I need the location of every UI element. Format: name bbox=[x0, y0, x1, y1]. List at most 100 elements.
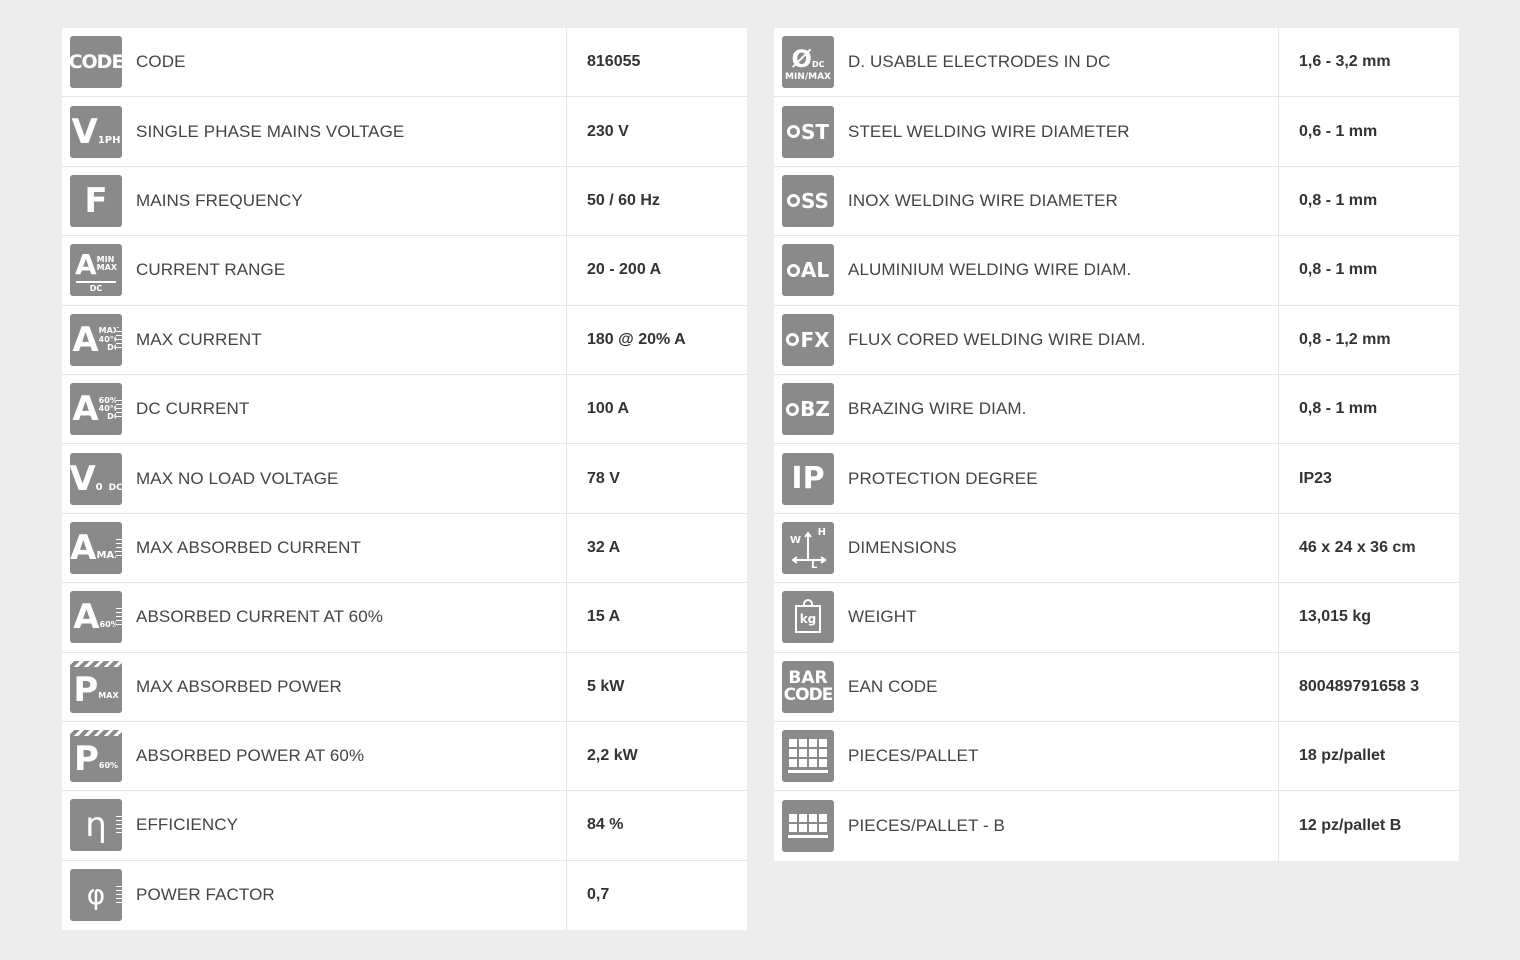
spec-value: 15 A bbox=[587, 608, 621, 626]
wire-spool-icon bbox=[786, 263, 800, 277]
spec-value: 0,7 bbox=[587, 886, 610, 904]
spec-value: 230 V bbox=[587, 122, 629, 140]
spec-label: CURRENT RANGE bbox=[130, 236, 567, 305]
spec-row-pieces-pallet: PIECES/PALLET 18 pz/pallet bbox=[774, 721, 1459, 792]
spec-label: D. USABLE ELECTRODES IN DC bbox=[842, 28, 1279, 97]
spec-label: ABSORBED POWER AT 60% bbox=[130, 721, 567, 791]
pallet-b-icon bbox=[782, 799, 834, 852]
spec-label: EFFICIENCY bbox=[130, 791, 567, 860]
spec-row-max-absorbed-current: A MAX MAX ABSORBED CURRENT 32 A bbox=[62, 513, 747, 584]
spec-label: FLUX CORED WELDING WIRE DIAM. bbox=[842, 305, 1279, 374]
spec-label: PIECES/PALLET bbox=[842, 721, 1279, 791]
spec-value: 1,6 - 3,2 mm bbox=[1299, 53, 1391, 71]
absorbed-power-60-icon: P 60% bbox=[70, 730, 122, 783]
max-absorbed-power-icon: P MAX bbox=[70, 660, 122, 713]
max-current-icon: A MAX 40°C DC bbox=[70, 313, 122, 366]
spec-value: 800489791658 3 bbox=[1299, 677, 1420, 695]
spec-label: BRAZING WIRE DIAM. bbox=[842, 374, 1279, 444]
max-absorbed-current-icon: A MAX bbox=[70, 521, 122, 574]
spec-value: 816055 bbox=[587, 53, 641, 71]
spec-value: 78 V bbox=[587, 469, 620, 487]
spec-label: MAX CURRENT bbox=[130, 305, 567, 374]
electrode-diameter-icon: Ø DC MIN/MAX bbox=[782, 36, 834, 89]
spec-row-inox-wire: SS INOX WELDING WIRE DIAMETER 0,8 - 1 mm bbox=[774, 166, 1459, 237]
current-range-icon: A MIN MAX DC bbox=[70, 244, 122, 297]
spec-row-power-factor: φ POWER FACTOR 0,7 bbox=[62, 860, 747, 931]
spec-row-brazing-wire: BZ BRAZING WIRE DIAM. 0,8 - 1 mm bbox=[774, 374, 1459, 445]
spec-value: 12 pz/pallet B bbox=[1299, 816, 1402, 834]
spec-value: 18 pz/pallet bbox=[1299, 747, 1386, 765]
spec-value: 0,6 - 1 mm bbox=[1299, 122, 1378, 140]
steel-wire-icon: ST bbox=[782, 105, 834, 158]
spec-value: 180 @ 20% A bbox=[587, 330, 686, 348]
spec-row-single-phase-voltage: V 1PH SINGLE PHASE MAINS VOLTAGE 230 V bbox=[62, 97, 747, 167]
spec-label: MAX ABSORBED POWER bbox=[130, 652, 567, 721]
spec-row-aluminium-wire: AL ALUMINIUM WELDING WIRE DIAM. 0,8 - 1 … bbox=[774, 236, 1459, 306]
spec-row-weight: kg WEIGHT 13,015 kg bbox=[774, 583, 1459, 653]
spec-label: MAX ABSORBED CURRENT bbox=[130, 513, 567, 583]
spec-row-electrode-diameter: Ø DC MIN/MAX D. USABLE ELECTRODES IN DC … bbox=[774, 28, 1459, 98]
spec-row-mains-frequency: F MAINS FREQUENCY 50 / 60 Hz bbox=[62, 166, 747, 237]
spec-value: 13,015 kg bbox=[1299, 608, 1372, 626]
spec-row-max-current: A MAX 40°C DC MAX CURRENT 180 @ 20% A bbox=[62, 305, 747, 375]
spec-label: PIECES/PALLET - B bbox=[842, 791, 1279, 861]
spec-value: 32 A bbox=[587, 538, 621, 556]
spec-label: WEIGHT bbox=[842, 583, 1279, 652]
spec-label: PROTECTION DEGREE bbox=[842, 444, 1279, 513]
spec-row-ean-code: BAR CODE EAN CODE 800489791658 3 bbox=[774, 652, 1459, 722]
spec-label: STEEL WELDING WIRE DIAMETER bbox=[842, 97, 1279, 166]
spec-row-max-absorbed-power: P MAX MAX ABSORBED POWER 5 kW bbox=[62, 652, 747, 722]
spec-row-efficiency: η EFFICIENCY 84 % bbox=[62, 791, 747, 861]
spec-value: 0,8 - 1 mm bbox=[1299, 400, 1378, 418]
spec-label: DIMENSIONS bbox=[842, 513, 1279, 583]
spec-label: ABSORBED CURRENT AT 60% bbox=[130, 583, 567, 652]
spec-value: 0,8 - 1 mm bbox=[1299, 261, 1378, 279]
spec-label: MAINS FREQUENCY bbox=[130, 166, 567, 236]
aluminium-wire-icon: AL bbox=[782, 244, 834, 297]
spec-label: INOX WELDING WIRE DIAMETER bbox=[842, 166, 1279, 236]
dimensions-icon: W H L bbox=[782, 521, 834, 574]
spec-value: 20 - 200 A bbox=[587, 261, 662, 279]
code-icon: CODE bbox=[70, 36, 122, 89]
spec-label: CODE bbox=[130, 28, 567, 97]
brazing-wire-icon: BZ bbox=[782, 383, 834, 436]
spec-row-flux-wire: FX FLUX CORED WELDING WIRE DIAM. 0,8 - 1… bbox=[774, 305, 1459, 375]
spec-value: 0,8 - 1,2 mm bbox=[1299, 330, 1391, 348]
spec-value: IP23 bbox=[1299, 469, 1332, 487]
spec-row-pieces-pallet-b: PIECES/PALLET - B 12 pz/pallet B bbox=[774, 791, 1459, 861]
spec-row-protection-degree: IP PROTECTION DEGREE IP23 bbox=[774, 444, 1459, 514]
spec-label: ALUMINIUM WELDING WIRE DIAM. bbox=[842, 236, 1279, 305]
spec-row-no-load-voltage: V 0 DC MAX NO LOAD VOLTAGE 78 V bbox=[62, 444, 747, 514]
spec-label: POWER FACTOR bbox=[130, 860, 567, 931]
spec-table-right: Ø DC MIN/MAX D. USABLE ELECTRODES IN DC … bbox=[774, 28, 1459, 861]
barcode-icon: BAR CODE bbox=[782, 660, 834, 713]
spec-label: SINGLE PHASE MAINS VOLTAGE bbox=[130, 97, 567, 166]
spec-label: MAX NO LOAD VOLTAGE bbox=[130, 444, 567, 513]
spec-row-dimensions: W H L DIMENSIONS 46 x 24 x 36 cm bbox=[774, 513, 1459, 584]
spec-value: 50 / 60 Hz bbox=[587, 191, 660, 209]
spec-value: 2,2 kW bbox=[587, 747, 638, 765]
spec-row-current-range: A MIN MAX DC CURRENT RANGE 20 - 200 A bbox=[62, 236, 747, 306]
absorbed-current-60-icon: A 60% bbox=[70, 591, 122, 644]
spec-value: 100 A bbox=[587, 400, 630, 418]
spec-value: 0,8 - 1 mm bbox=[1299, 191, 1378, 209]
protection-icon: IP bbox=[782, 452, 834, 505]
spec-row-steel-wire: ST STEEL WELDING WIRE DIAMETER 0,6 - 1 m… bbox=[774, 97, 1459, 167]
spec-value: 46 x 24 x 36 cm bbox=[1299, 538, 1416, 556]
spec-row-absorbed-current-60: A 60% ABSORBED CURRENT AT 60% 15 A bbox=[62, 583, 747, 653]
voltage-1ph-icon: V 1PH bbox=[70, 105, 122, 158]
spec-value: 84 % bbox=[587, 816, 624, 834]
wire-spool-icon bbox=[786, 125, 800, 139]
spec-value: 5 kW bbox=[587, 677, 625, 695]
wire-spool-icon bbox=[786, 333, 800, 347]
wire-spool-icon bbox=[786, 402, 800, 416]
weight-icon: kg bbox=[782, 591, 834, 644]
spec-row-code: CODE CODE 816055 bbox=[62, 28, 747, 98]
frequency-icon: F bbox=[70, 174, 122, 227]
dc-current-icon: A 60% 40°C DC bbox=[70, 383, 122, 436]
spec-row-absorbed-power-60: P 60% ABSORBED POWER AT 60% 2,2 kW bbox=[62, 721, 747, 792]
no-load-voltage-icon: V 0 DC bbox=[70, 452, 122, 505]
pallet-icon bbox=[782, 730, 834, 783]
power-factor-icon: φ bbox=[70, 869, 122, 922]
inox-wire-icon: SS bbox=[782, 174, 834, 227]
